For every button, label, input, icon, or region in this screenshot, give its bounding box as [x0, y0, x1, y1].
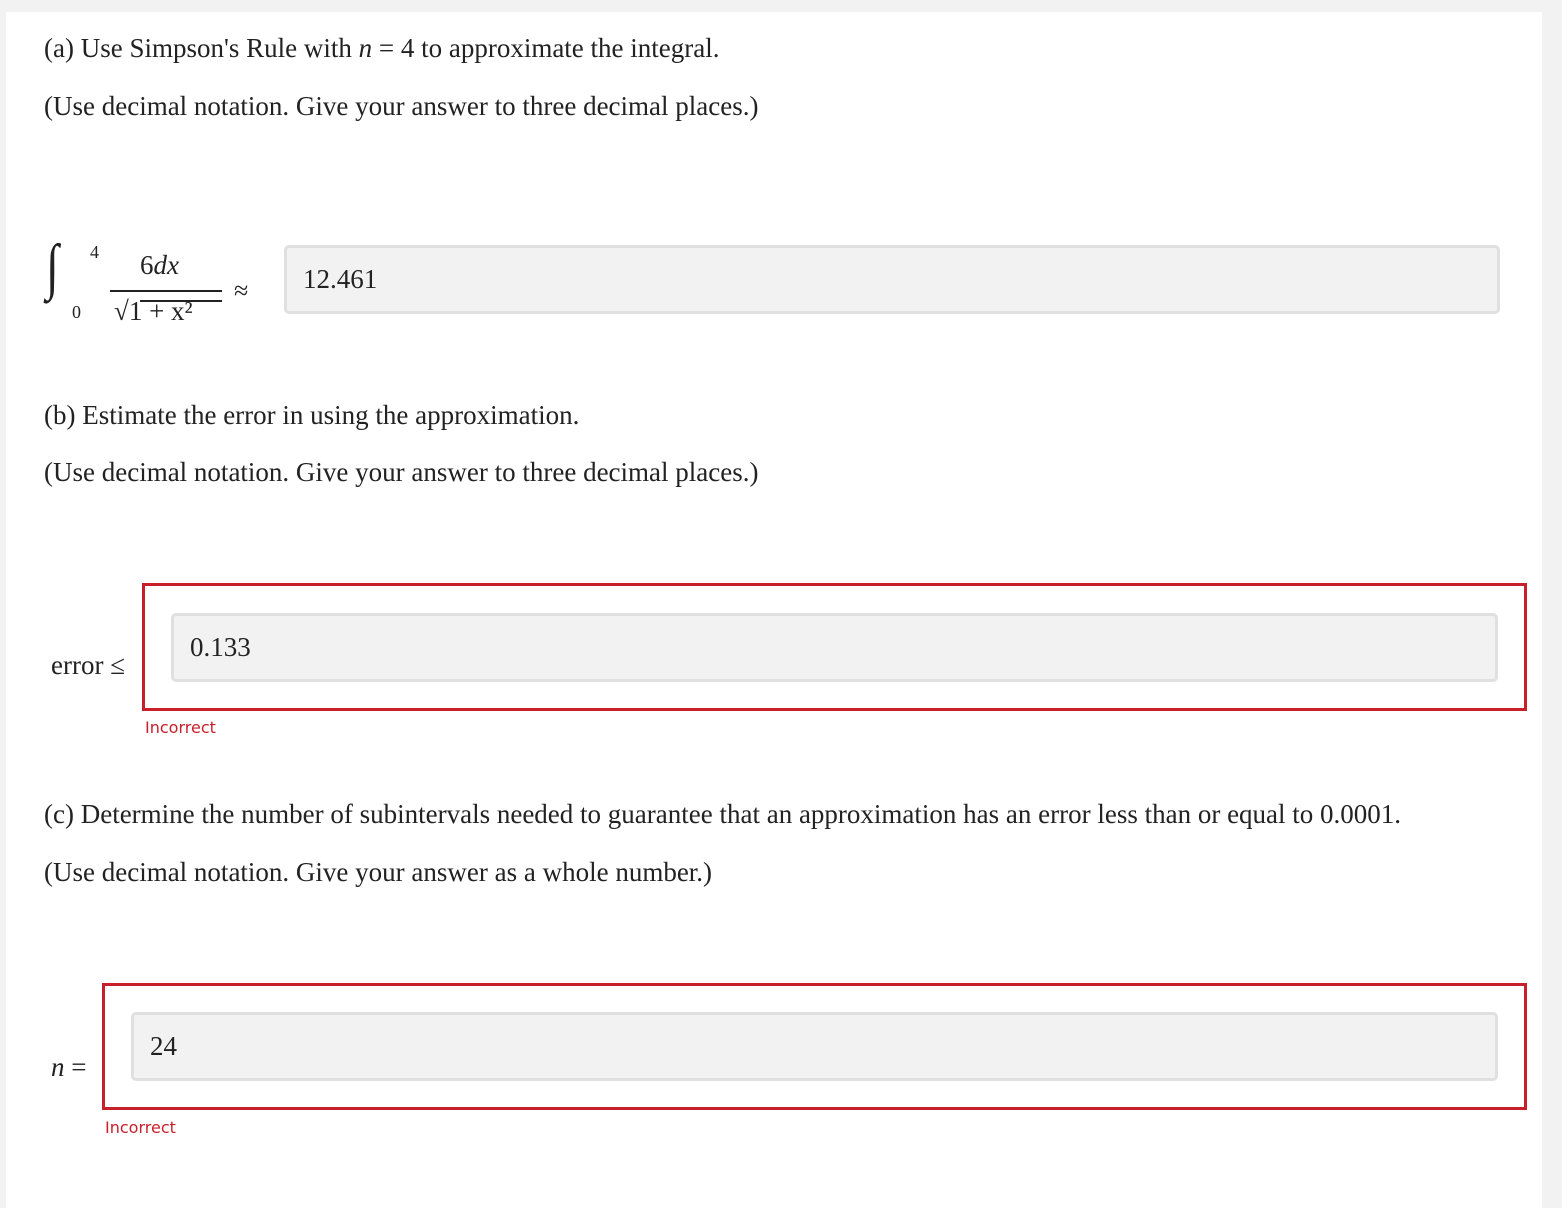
- part-a-answer-input[interactable]: [284, 245, 1500, 314]
- integral-expression: ∫ 4 0 6dx √1 + x² ≈: [42, 236, 262, 336]
- part-c-feedback: Incorrect: [105, 1118, 176, 1137]
- n-label: n =: [51, 1052, 87, 1082]
- error-bound-label: error ≤: [51, 650, 126, 680]
- question-card: (a) Use Simpson's Rule with n = 4 to app…: [6, 12, 1542, 1208]
- part-b-feedback: Incorrect: [145, 718, 216, 737]
- integral-upper-limit: 4: [90, 242, 99, 262]
- integrand-numerator: 6dx: [140, 250, 179, 280]
- part-c-answer-input[interactable]: [131, 1012, 1498, 1081]
- integral-sign: ∫: [46, 233, 59, 301]
- part-b-answer-input[interactable]: [171, 613, 1498, 682]
- approx-symbol: ≈: [234, 276, 249, 305]
- part-b-instruction: (Use decimal notation. Give your answer …: [44, 457, 759, 487]
- part-c-instruction: (Use decimal notation. Give your answer …: [44, 857, 713, 887]
- integral-lower-limit: 0: [72, 302, 81, 322]
- part-c-prompt: (c) Determine the number of subintervals…: [44, 799, 1402, 829]
- fraction-bar: [110, 290, 222, 292]
- part-a-prompt: (a) Use Simpson's Rule with n = 4 to app…: [44, 33, 720, 63]
- part-a-instruction: (Use decimal notation. Give your answer …: [44, 91, 759, 121]
- part-b-prompt: (b) Estimate the error in using the appr…: [44, 400, 580, 430]
- integrand-denominator: √1 + x²: [114, 296, 193, 326]
